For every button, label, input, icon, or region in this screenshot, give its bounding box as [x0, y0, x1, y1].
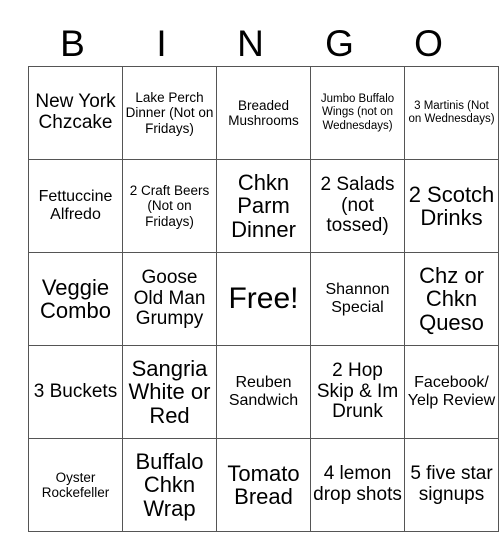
- bingo-cell-label: Tomato Bread: [227, 460, 300, 509]
- bingo-cell[interactable]: 2 Scotch Drinks: [404, 159, 499, 253]
- bingo-row: Oyster Rockefeller Buffalo Chkn Wrap Tomat…: [28, 438, 499, 532]
- header-letter-b: B: [60, 23, 85, 64]
- bingo-cell-label: Shannon Special: [325, 281, 390, 316]
- bingo-cell[interactable]: Goose Old Man Grumpy: [122, 252, 217, 346]
- bingo-cell[interactable]: Oyster Rockefeller: [28, 438, 123, 532]
- bingo-cell-label: 2 Salads (not tossed): [320, 174, 395, 237]
- bingo-cell[interactable]: Lake Perch Dinner (Not on Fridays): [122, 66, 217, 160]
- bingo-cell[interactable]: 3 Martinis (Not on Wednesdays): [404, 66, 499, 160]
- bingo-cell-label: Buffalo Chkn Wrap: [135, 449, 204, 521]
- bingo-cell-label: 3 Buckets: [33, 380, 118, 402]
- bingo-cell[interactable]: Chz or Chkn Queso: [404, 252, 499, 346]
- bingo-cell[interactable]: Facebook/ Yelp Review: [404, 345, 499, 439]
- bingo-card: B I N G O New York Chzcake Lake Perch Din…: [0, 0, 500, 544]
- bingo-cell[interactable]: Shannon Special: [310, 252, 405, 346]
- bingo-cell-label: Facebook/ Yelp Review: [407, 374, 496, 409]
- bingo-header-row: B I N G O: [28, 16, 473, 64]
- bingo-cell[interactable]: 3 Buckets: [28, 345, 123, 439]
- bingo-cell-label: Fettuccine Alfredo: [38, 188, 113, 223]
- bingo-cell[interactable]: 2 Craft Beers (Not on Fridays): [122, 159, 217, 253]
- bingo-cell[interactable]: 2 Hop Skip & Im Drunk: [310, 345, 405, 439]
- bingo-cell-label: 5 five star signups: [410, 463, 493, 505]
- bingo-cell[interactable]: 4 lemon drop shots: [310, 438, 405, 532]
- bingo-cell-label: New York Chzcake: [35, 91, 116, 133]
- header-letter-n: N: [237, 23, 264, 64]
- bingo-cell-label: Sangria White or Red: [128, 356, 211, 428]
- bingo-cell-label: Oyster Rockefeller: [41, 469, 110, 500]
- bingo-cell[interactable]: Breaded Mushrooms: [216, 66, 311, 160]
- header-letter-g: G: [325, 23, 354, 64]
- bingo-row: Veggie Combo Goose Old Man Grumpy Free! Sha…: [28, 252, 499, 346]
- bingo-cell-label: 2 Scotch Drinks: [408, 181, 495, 230]
- header-letter-o: O: [414, 23, 443, 64]
- bingo-cell-label: Chz or Chkn Queso: [419, 263, 484, 335]
- bingo-cell[interactable]: Chkn Parm Dinner: [216, 159, 311, 253]
- bingo-cell[interactable]: Fettuccine Alfredo: [28, 159, 123, 253]
- bingo-cell-label: 2 Hop Skip & Im Drunk: [316, 360, 399, 423]
- bingo-cell-label: 4 lemon drop shots: [313, 463, 402, 505]
- bingo-cell-label: 3 Martinis (Not on Wednesdays): [408, 99, 495, 125]
- bingo-cell[interactable]: Jumbo Buffalo Wings (not on Wednesdays): [310, 66, 405, 160]
- bingo-cell[interactable]: Tomato Bread: [216, 438, 311, 532]
- bingo-grid: New York Chzcake Lake Perch Dinner (Not o…: [28, 66, 499, 532]
- bingo-cell[interactable]: Free!: [216, 252, 311, 346]
- bingo-cell-label: Reuben Sandwich: [228, 374, 299, 409]
- bingo-cell[interactable]: Reuben Sandwich: [216, 345, 311, 439]
- bingo-cell-label: Breaded Mushrooms: [228, 97, 299, 128]
- bingo-cell[interactable]: Sangria White or Red: [122, 345, 217, 439]
- bingo-cell-label: Chkn Parm Dinner: [231, 170, 296, 242]
- bingo-cell-label: Free!: [228, 282, 299, 316]
- bingo-cell-label: 2 Craft Beers (Not on Fridays): [129, 183, 210, 229]
- bingo-cell[interactable]: Veggie Combo: [28, 252, 123, 346]
- bingo-row: New York Chzcake Lake Perch Dinner (Not o…: [28, 66, 499, 160]
- header-letter-i: I: [156, 23, 167, 64]
- bingo-row: 3 Buckets Sangria White or Red Reuben Sand…: [28, 345, 499, 439]
- bingo-cell-label: Jumbo Buffalo Wings (not on Wednesdays): [320, 93, 395, 132]
- bingo-cell[interactable]: 2 Salads (not tossed): [310, 159, 405, 253]
- bingo-row: Fettuccine Alfredo 2 Craft Beers (Not on …: [28, 159, 499, 253]
- bingo-cell[interactable]: 5 five star signups: [404, 438, 499, 532]
- bingo-cell[interactable]: New York Chzcake: [28, 66, 123, 160]
- bingo-cell-label: Goose Old Man Grumpy: [133, 267, 206, 330]
- bingo-cell[interactable]: Buffalo Chkn Wrap: [122, 438, 217, 532]
- bingo-cell-label: Lake Perch Dinner (Not on Fridays): [125, 90, 214, 136]
- bingo-cell-label: Veggie Combo: [40, 274, 111, 323]
